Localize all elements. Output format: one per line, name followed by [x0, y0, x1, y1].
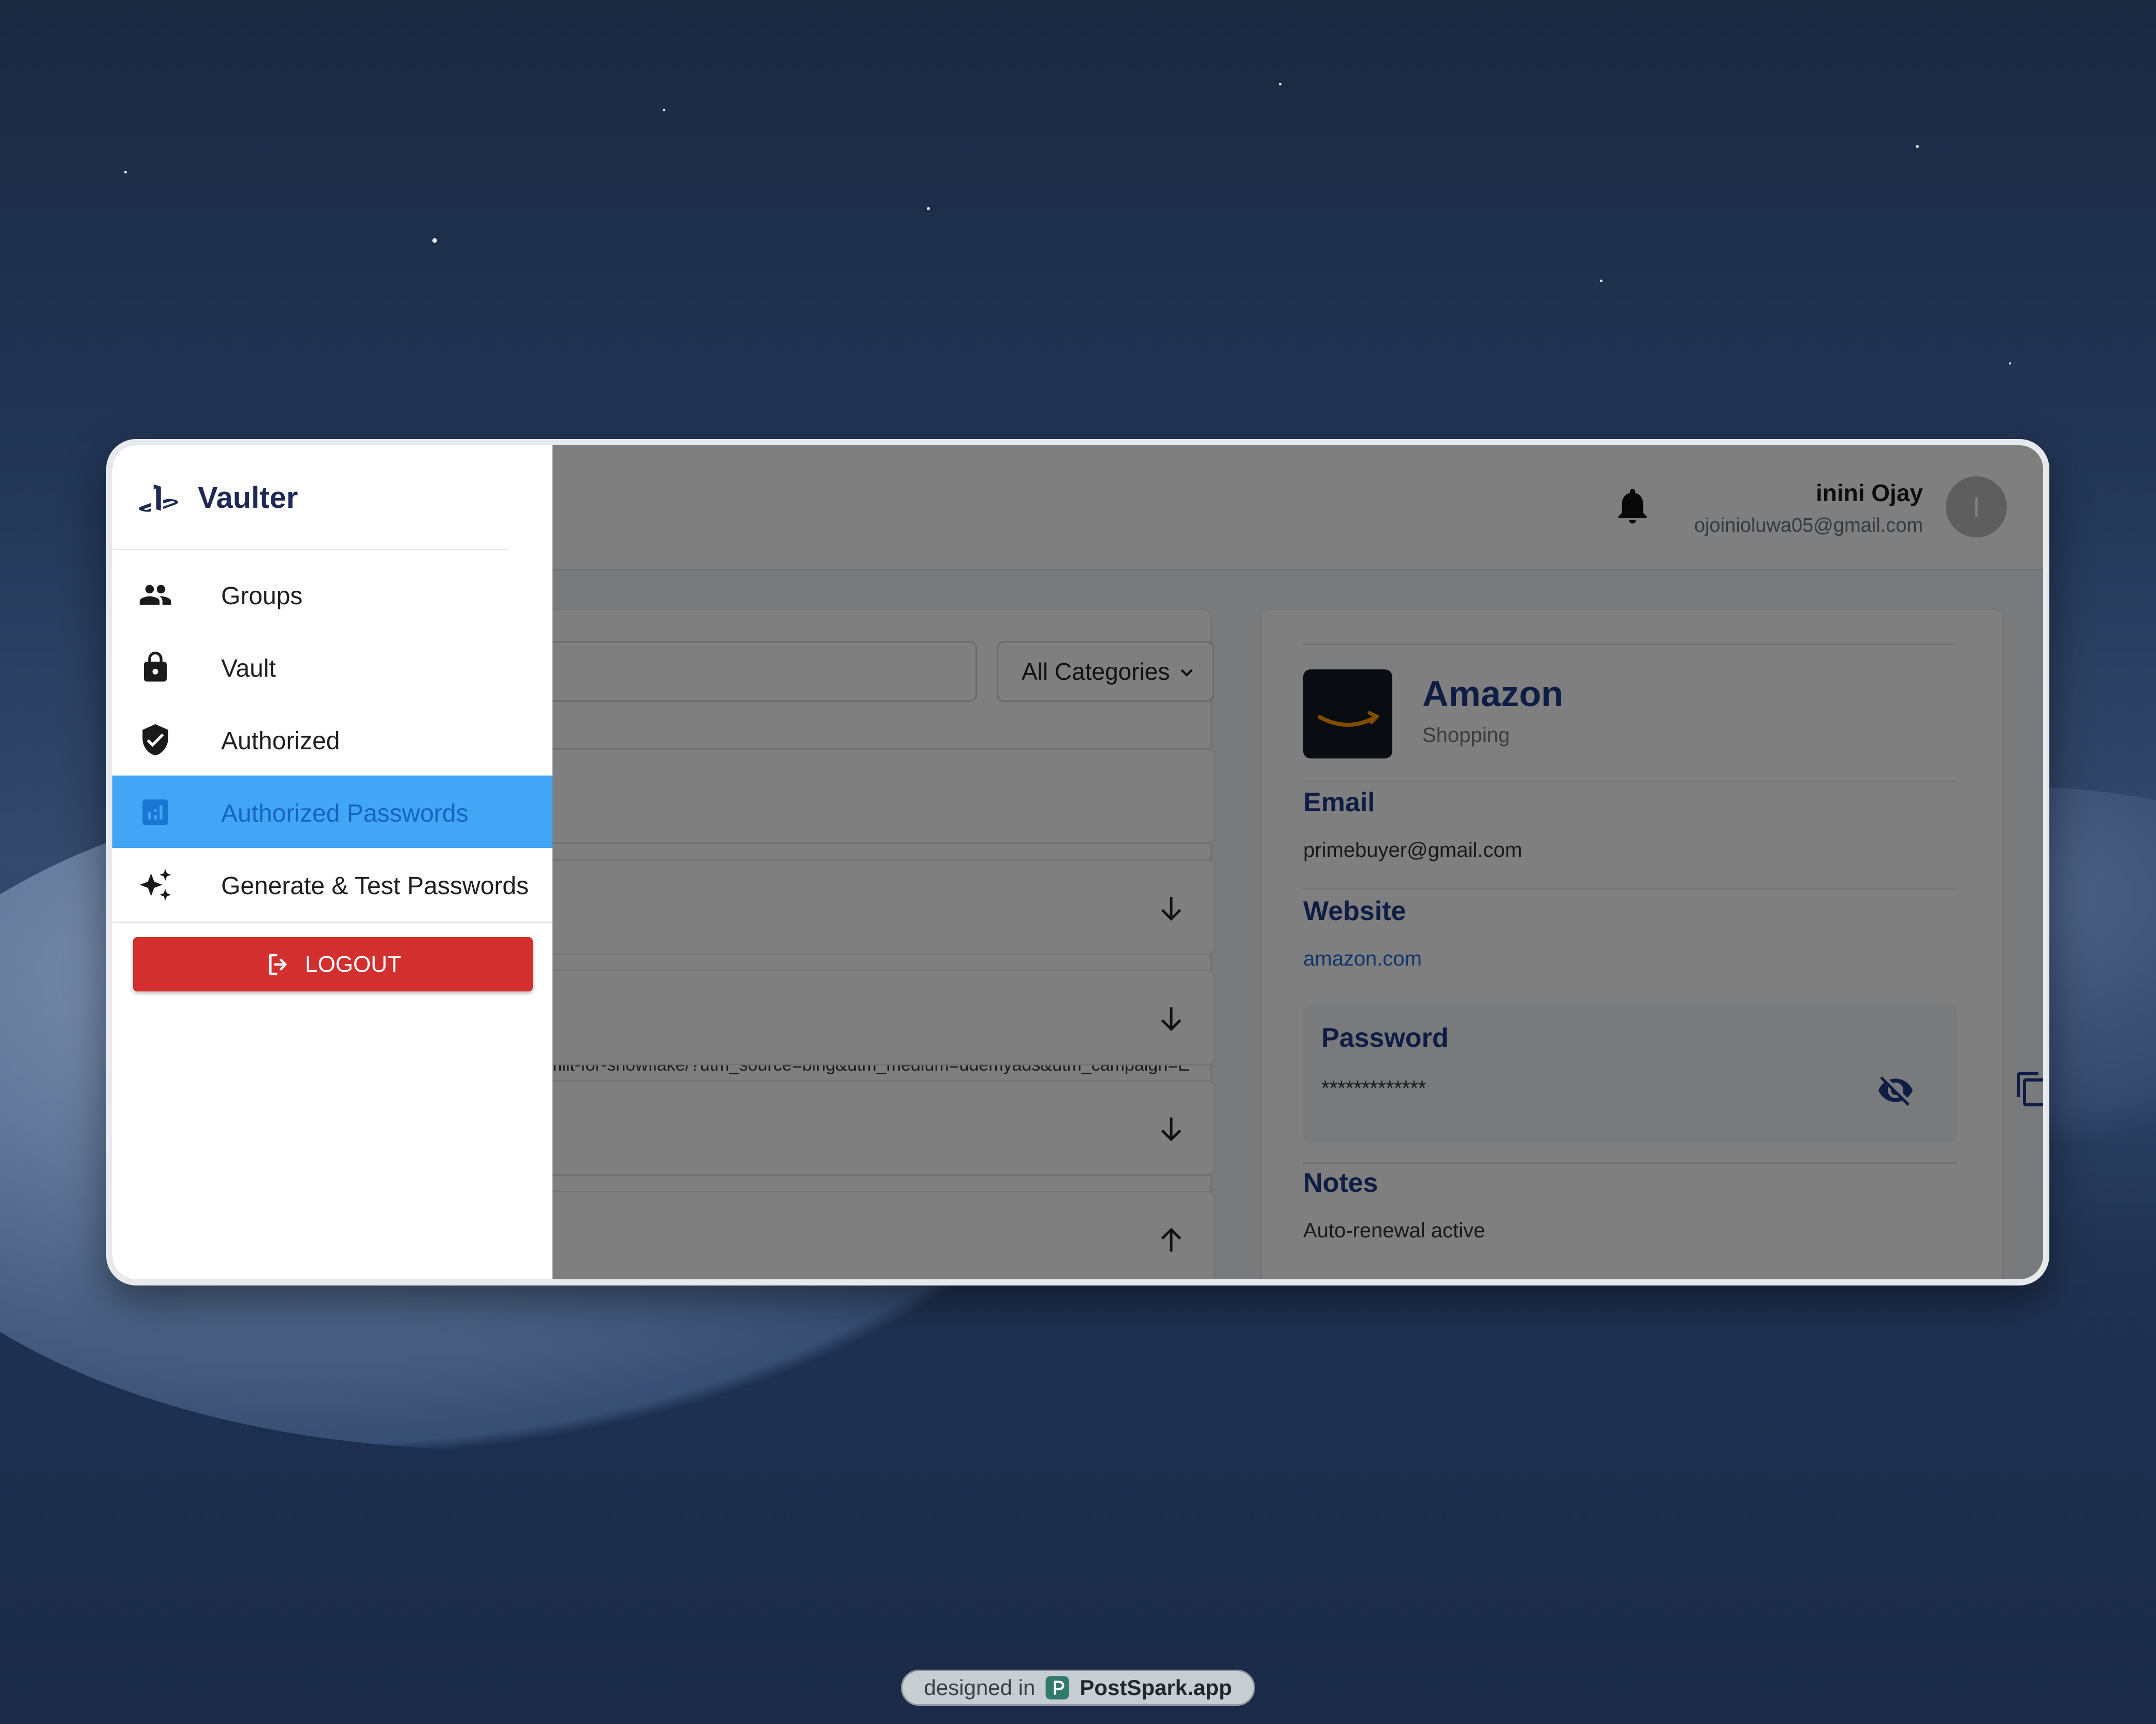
sidebar-item-label: Generate & Test Passwords: [221, 872, 529, 900]
divider: [112, 549, 508, 550]
playstation-logo-icon: [139, 484, 178, 515]
navigation-drawer: Vaulter Groups Vault Authorized Authoriz…: [112, 445, 552, 1279]
postspark-badge: designed in PostSpark.app: [901, 1670, 1255, 1706]
sidebar-item-authorized-passwords[interactable]: Authorized Passwords: [112, 776, 552, 848]
logout-label: LOGOUT: [305, 951, 401, 977]
badge-prefix: designed in: [924, 1675, 1036, 1700]
star: [927, 207, 930, 210]
lock-icon: [144, 651, 167, 682]
star: [124, 171, 127, 173]
sidebar-item-generate-test-passwords[interactable]: Generate & Test Passwords: [112, 848, 552, 921]
star: [1279, 83, 1281, 85]
sidebar-item-groups[interactable]: Groups: [112, 558, 552, 631]
verified-shield-icon: [142, 724, 168, 756]
sidebar-item-label: Authorized Passwords: [221, 800, 469, 827]
star: [432, 238, 437, 243]
app-window: inini Ojay ojoinioluwa05@gmail.com I All…: [106, 439, 2049, 1285]
sidebar-item-label: Authorized: [221, 727, 340, 755]
logout-icon: [269, 954, 287, 975]
star: [1600, 280, 1603, 282]
badge-brand: PostSpark.app: [1080, 1675, 1232, 1700]
sidebar-item-label: Groups: [221, 582, 303, 610]
star: [2009, 362, 2011, 364]
star: [1916, 145, 1919, 148]
star: [663, 109, 665, 111]
postspark-logo-icon: [1045, 1676, 1069, 1700]
sidebar-item-label: Vault: [221, 655, 276, 682]
sidebar-item-vault[interactable]: Vault: [112, 631, 552, 703]
group-icon: [139, 585, 171, 605]
logout-button[interactable]: LOGOUT: [133, 937, 533, 991]
app-brand: Vaulter: [198, 481, 298, 515]
divider: [112, 922, 552, 923]
analytics-icon: [142, 799, 168, 825]
sidebar-item-authorized[interactable]: Authorized: [112, 703, 552, 776]
sparkle-icon: [139, 869, 171, 901]
